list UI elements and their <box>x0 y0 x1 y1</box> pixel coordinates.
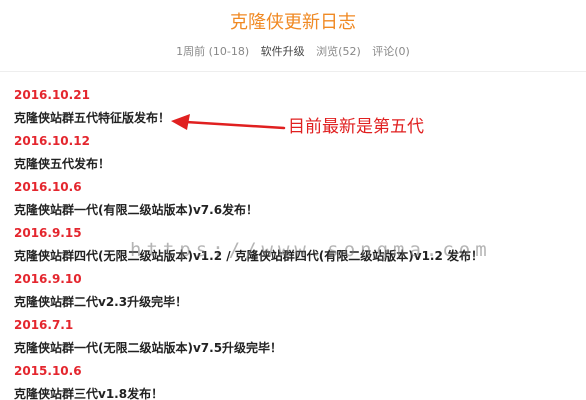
annotation-text: 目前最新是第五代 <box>288 117 424 137</box>
entry-text: 克隆侠站群一代(有限二级站版本)v7.6发布！ <box>14 203 259 217</box>
entry-date: 2016.9.10 <box>14 272 82 286</box>
entry-text: 克隆侠站群三代v1.8发布！ <box>14 387 164 400</box>
watermark: https://www.songma.com <box>130 239 492 261</box>
entry-date: 2016.7.1 <box>14 318 74 332</box>
entry-text: 克隆侠站群二代v2.3升级完毕！ <box>14 295 188 309</box>
page-title: 克隆侠更新日志 <box>230 12 356 33</box>
entry-date: 2016.10.21 <box>14 88 90 102</box>
category-link[interactable]: 软件升级 <box>261 45 305 58</box>
changelog-page: 克隆侠更新日志 1周前 (10-18) 软件升级 浏览(52) 评论(0) 20… <box>0 0 586 400</box>
entry-text: 克隆侠五代发布！ <box>14 157 111 171</box>
post-date: 1周前 (10-18) <box>176 45 250 58</box>
view-count: 浏览(52) <box>316 45 361 58</box>
comment-count-link[interactable]: 评论(0) <box>372 45 410 58</box>
entry-date: 2016.10.6 <box>14 180 82 194</box>
header-divider <box>0 71 586 72</box>
post-meta: 1周前 (10-18) 软件升级 浏览(52) 评论(0) <box>0 44 586 60</box>
entry-date: 2015.10.6 <box>14 364 82 378</box>
entry-text: 克隆侠站群一代(无限二级站版本)v7.5升级完毕！ <box>14 341 283 355</box>
